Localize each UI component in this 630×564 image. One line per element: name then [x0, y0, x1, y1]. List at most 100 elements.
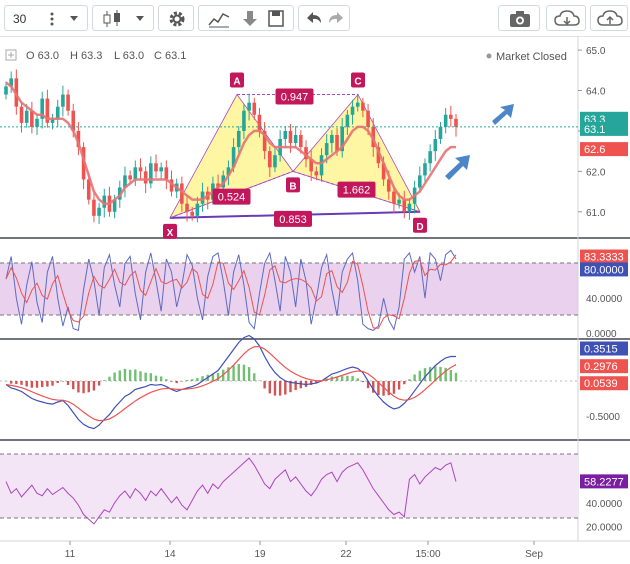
interval-selector[interactable]: 30 [4, 5, 88, 31]
chevron-down-icon[interactable] [69, 15, 79, 23]
gear-icon [169, 11, 185, 27]
macd-histogram-bar [258, 380, 261, 381]
legend-toggle[interactable] [5, 49, 17, 61]
macd-histogram-bar [237, 364, 240, 381]
macd-histogram-bar [361, 381, 365, 383]
macd-histogram-bar [15, 381, 18, 385]
history-group [298, 5, 350, 31]
arrow-up-right-icon [445, 155, 470, 180]
cloud-download-icon [554, 10, 580, 26]
candle-body [143, 171, 148, 184]
macd-histogram-bar [180, 381, 184, 382]
macd-histogram-bar [97, 381, 101, 386]
candle-body [128, 175, 132, 180]
candle-body [449, 114, 453, 119]
candle-body [319, 155, 324, 176]
macd-histogram-bar [30, 381, 34, 388]
pattern-ratio-label: 1.662 [343, 185, 371, 197]
rsi-badge: 58.2277 [584, 476, 624, 488]
candle-body [273, 155, 277, 168]
cloud-upload-button[interactable] [590, 5, 628, 31]
candle-body [293, 134, 298, 144]
pattern-ratio-label: 0.853 [279, 214, 307, 226]
candle-body [267, 151, 272, 168]
price-axis[interactable]: 65.064.063.062.061.063.363.162.640.00000… [578, 46, 628, 533]
candle-body [345, 114, 350, 127]
macd-histogram-bar [87, 381, 90, 393]
chart-area[interactable]: X A B C D 0.947 0.524 1.662 0.853 O 63.0 H 63.3 … [0, 36, 630, 564]
time-tick-label: 22 [340, 549, 352, 560]
macd-histogram-bar [77, 381, 80, 393]
candle-body [397, 199, 401, 204]
macd-histogram-bar [82, 381, 85, 394]
macd-tick-label: -0.5000 [586, 412, 620, 423]
candle-body [299, 134, 303, 148]
time-tick-label: Sep [525, 549, 543, 560]
macd-histogram-bar [418, 370, 421, 381]
macd-histogram-bar [397, 381, 401, 390]
indicators-icon[interactable] [207, 9, 231, 29]
macd-histogram-bar [403, 381, 406, 385]
candle-body [92, 199, 96, 216]
redo-icon[interactable] [327, 10, 345, 26]
candle-body [288, 130, 293, 144]
price-tick-label: 62.0 [586, 167, 606, 178]
candle-body [252, 102, 257, 115]
candle-body [97, 207, 101, 216]
candle-body [55, 106, 60, 119]
macd-histogram-bar [139, 371, 142, 381]
legend[interactable]: O 63.0 H 63.3 L 63.0 C 63.1 Market Close… [5, 49, 567, 63]
macd-histogram-bar [128, 369, 132, 381]
macd-histogram-bar [278, 381, 282, 396]
cloud-download-button[interactable] [546, 5, 586, 31]
toolbar: 30 [0, 0, 630, 37]
macd-histogram-bar [356, 378, 359, 381]
legend-open: O 63.0 [26, 50, 59, 62]
tools-group [198, 5, 294, 31]
macd-histogram-bar [51, 381, 54, 386]
macd-histogram-bar [46, 381, 49, 387]
macd-histogram-bar [123, 368, 127, 381]
time-axis[interactable]: 11 14 19 22 15:00 Sep [65, 541, 544, 560]
undo-icon[interactable] [305, 10, 323, 26]
macd-series [4, 334, 458, 430]
time-tick-label: 14 [164, 549, 176, 560]
candle-body [433, 139, 438, 152]
candle-body [247, 102, 251, 111]
chart-type-selector[interactable] [92, 5, 154, 31]
pattern-ratio-label: 0.947 [281, 92, 309, 104]
price-badge: 62.6 [584, 144, 605, 156]
macd-histogram-bar [108, 376, 111, 381]
candle-body [154, 163, 158, 172]
price-tick-label: 65.0 [586, 46, 606, 57]
macd-histogram-bar [72, 381, 75, 390]
pattern-ratio-label: 0.524 [218, 192, 246, 204]
macd-histogram-bar [175, 381, 178, 384]
candle-body [24, 110, 29, 123]
candlestick-icon [103, 10, 120, 27]
macd-histogram-bar [392, 381, 396, 394]
candle-body [454, 118, 458, 127]
macd-histogram-bar [4, 381, 8, 382]
macd-histogram-bar [439, 366, 442, 381]
macd-histogram-bar [408, 379, 411, 381]
candle-body [4, 86, 8, 95]
candle-body [236, 130, 241, 148]
snapshot-button[interactable] [498, 5, 540, 31]
chart-page: 30 X A B C D 0.947 0.524 1.662 0.853 O 6… [0, 0, 630, 564]
candle-body [190, 211, 195, 216]
legend-close: C 63.1 [154, 50, 186, 62]
settings-button[interactable] [158, 5, 194, 31]
download-icon[interactable] [241, 9, 259, 29]
macd-histogram-bar [196, 378, 199, 381]
candle-body [35, 118, 39, 127]
candle-body [195, 203, 200, 216]
time-tick-label: 15:00 [415, 549, 440, 560]
macd-histogram-bar [66, 381, 70, 385]
chevron-down-icon[interactable] [135, 15, 145, 23]
save-icon[interactable] [267, 9, 285, 29]
macd-histogram-bar [423, 368, 427, 381]
candle-body [283, 130, 288, 140]
macd-badge: 0.3515 [584, 344, 618, 356]
more-vertical-icon[interactable] [49, 11, 55, 27]
